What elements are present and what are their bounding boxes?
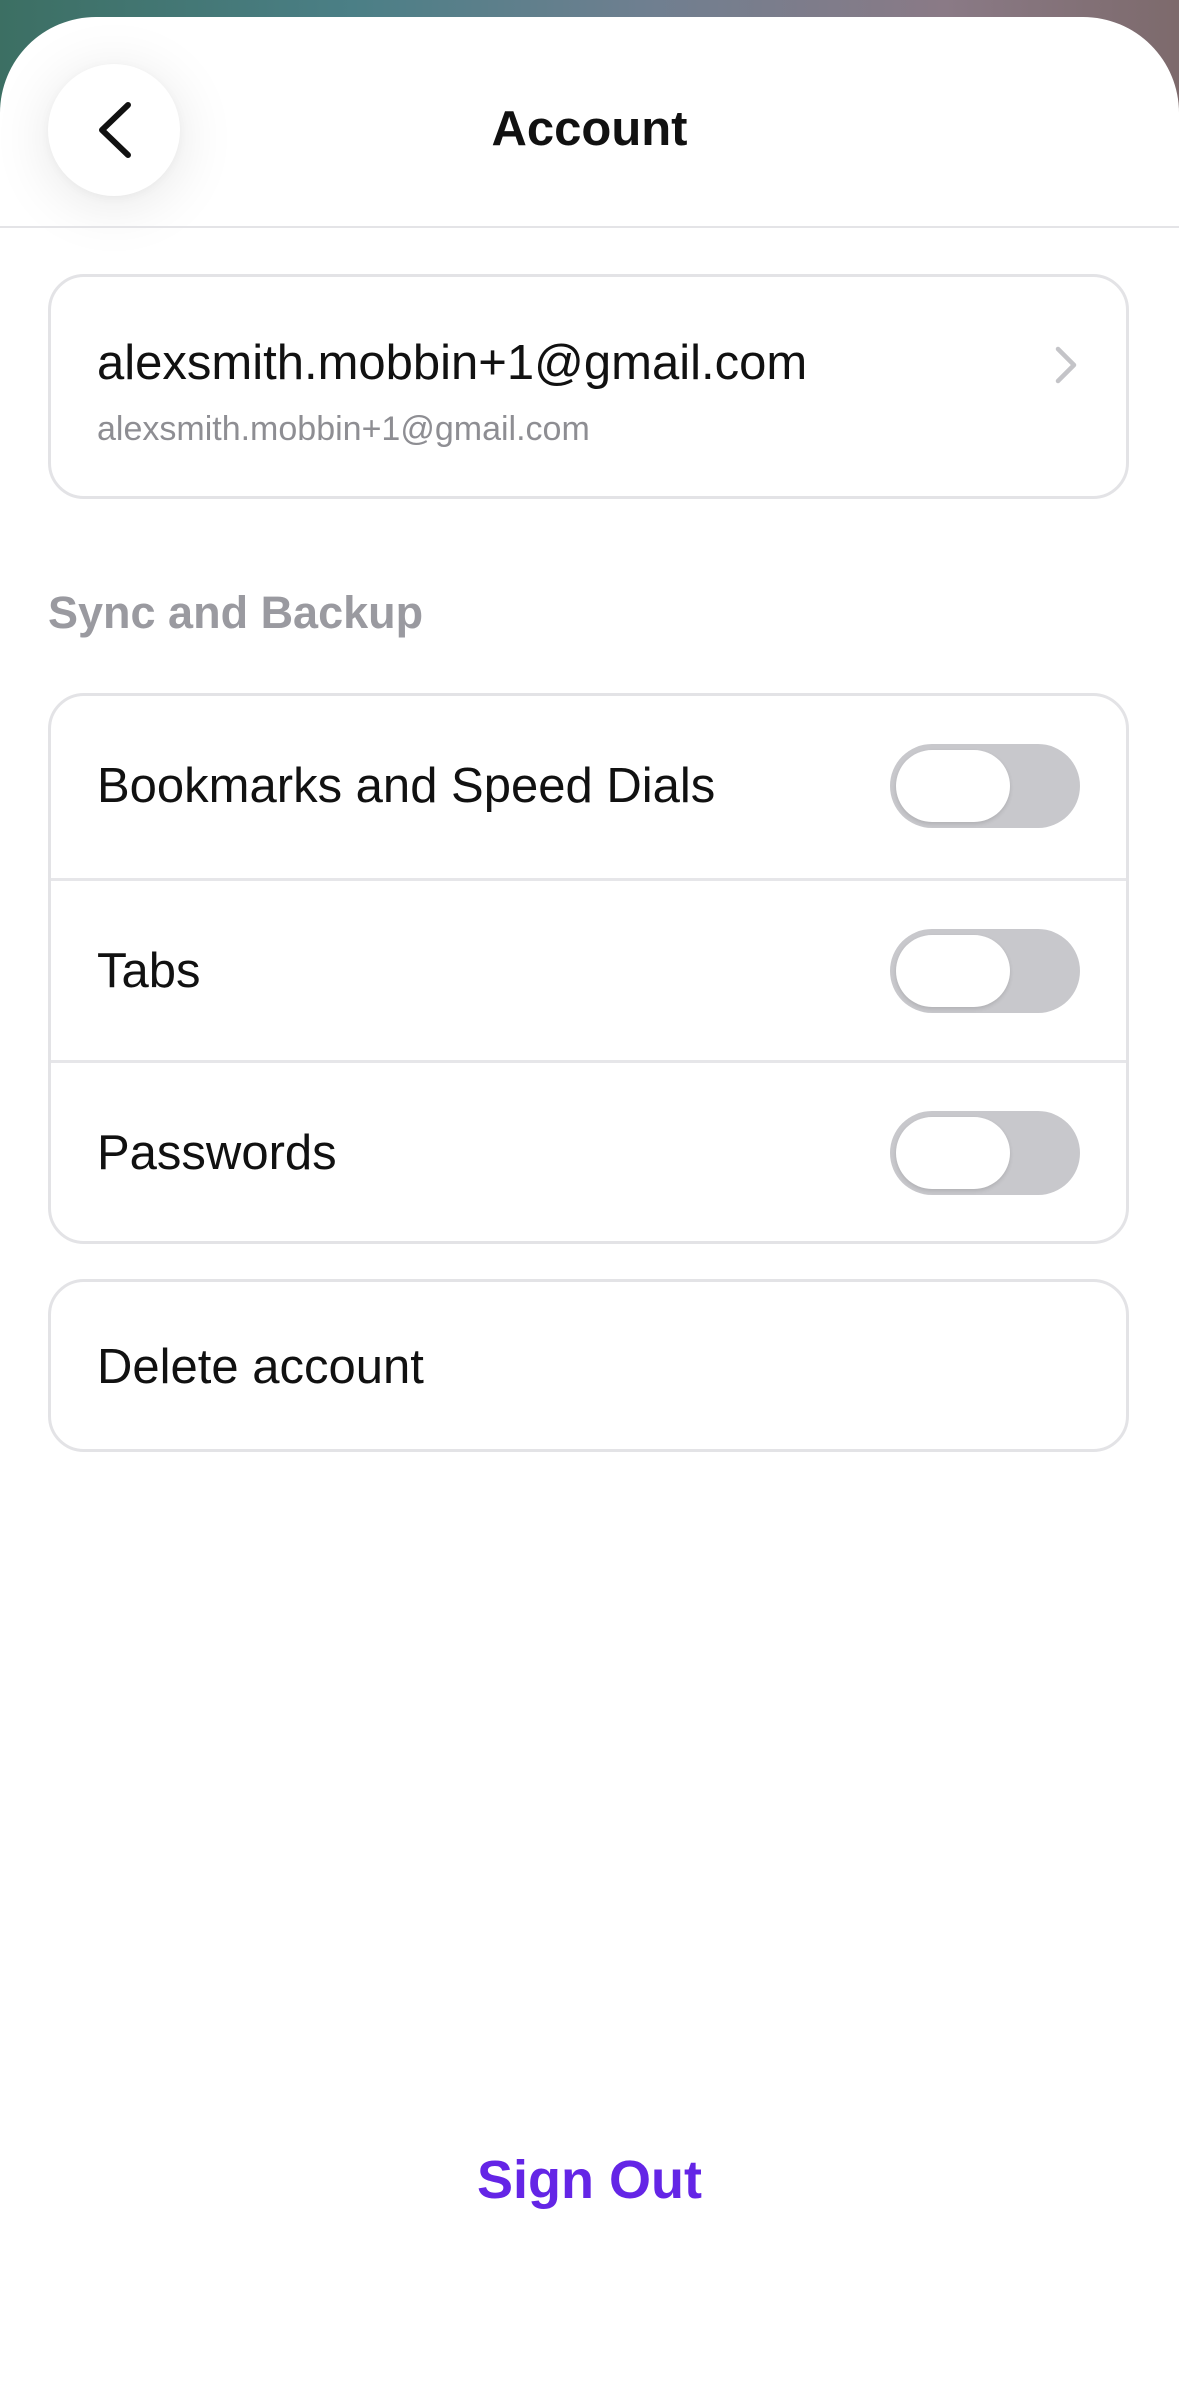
passwords-toggle[interactable] bbox=[890, 1111, 1080, 1195]
header-divider bbox=[0, 226, 1179, 228]
sync-row-passwords: Passwords bbox=[51, 1060, 1126, 1245]
toggle-knob bbox=[896, 750, 1010, 822]
chevron-right-icon bbox=[1055, 346, 1077, 384]
tabs-toggle[interactable] bbox=[890, 929, 1080, 1013]
account-card[interactable]: alexsmith.mobbin+1@gmail.com alexsmith.m… bbox=[48, 274, 1129, 499]
page-title: Account bbox=[491, 102, 688, 156]
delete-account-label: Delete account bbox=[97, 1340, 424, 1394]
toggle-knob bbox=[896, 1117, 1010, 1189]
bookmarks-toggle[interactable] bbox=[890, 744, 1080, 828]
toggle-knob bbox=[896, 935, 1010, 1007]
sync-row-bookmarks: Bookmarks and Speed Dials bbox=[51, 696, 1126, 878]
section-label-sync-backup: Sync and Backup bbox=[48, 587, 424, 638]
sync-row-label: Bookmarks and Speed Dials bbox=[97, 759, 716, 813]
sync-row-label: Tabs bbox=[97, 944, 201, 998]
sync-row-tabs: Tabs bbox=[51, 878, 1126, 1063]
delete-account-button[interactable]: Delete account bbox=[48, 1279, 1129, 1452]
sync-backup-card: Bookmarks and Speed Dials Tabs Passwords bbox=[48, 693, 1129, 1244]
account-subtitle: alexsmith.mobbin+1@gmail.com bbox=[97, 410, 590, 448]
account-email: alexsmith.mobbin+1@gmail.com bbox=[97, 336, 808, 390]
account-sheet: Account alexsmith.mobbin+1@gmail.com ale… bbox=[0, 17, 1179, 2396]
sync-row-label: Passwords bbox=[97, 1126, 337, 1180]
sign-out-button[interactable]: Sign Out bbox=[0, 2147, 1179, 2213]
